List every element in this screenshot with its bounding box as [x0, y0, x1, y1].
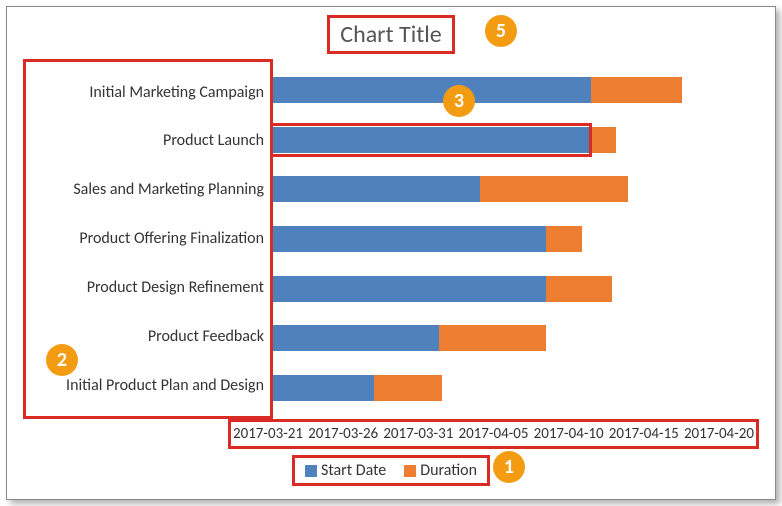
x-tick: 2017-04-10	[534, 425, 604, 443]
bar-duration	[480, 176, 628, 202]
swatch-start	[305, 465, 317, 477]
chart-title: Chart Title	[327, 15, 454, 54]
bar-start	[273, 276, 546, 302]
bar-start	[273, 325, 439, 351]
bar-row	[273, 325, 759, 351]
bar-duration	[591, 77, 682, 103]
y-label: Product Design Refinement	[32, 279, 264, 297]
bar-start	[273, 375, 374, 401]
bar-row	[273, 176, 759, 202]
bar-start	[273, 77, 591, 103]
callout-2: 2	[46, 344, 78, 376]
bar-duration	[546, 226, 582, 252]
bar-start	[273, 226, 546, 252]
y-label: Product Feedback	[32, 328, 264, 346]
legend-zone: Start Date Duration 1	[23, 455, 759, 486]
bar-row	[273, 375, 759, 401]
callout-5: 5	[485, 15, 517, 47]
bar-start	[273, 127, 591, 153]
bar-row	[273, 77, 759, 103]
legend: Start Date Duration	[292, 455, 490, 486]
bar-duration	[546, 276, 612, 302]
x-tick: 2017-04-15	[609, 425, 679, 443]
chart-container: Chart Title 5 Initial Marketing Campaign…	[6, 6, 776, 500]
bar-row: 3	[273, 127, 759, 153]
x-tick: 2017-04-20	[684, 425, 754, 443]
x-tick: 2017-04-05	[458, 425, 528, 443]
bars-area: 3	[273, 59, 759, 419]
bar-duration	[591, 127, 616, 153]
callout-3: 3	[443, 85, 475, 117]
y-axis-labels: Initial Marketing Campaign Product Launc…	[23, 59, 273, 419]
y-label: Product Offering Finalization	[32, 230, 264, 248]
bar-duration	[374, 375, 442, 401]
y-label: Initial Marketing Campaign	[32, 84, 264, 102]
y-label: Product Launch	[32, 132, 264, 150]
bar-row	[273, 276, 759, 302]
x-tick: 2017-03-21	[233, 425, 303, 443]
callout-1: 1	[493, 451, 525, 483]
y-label: Initial Product Plan and Design	[32, 377, 264, 395]
x-tick: 2017-03-31	[383, 425, 453, 443]
x-axis: 2017-03-21 2017-03-26 2017-03-31 2017-04…	[228, 419, 759, 449]
legend-label: Start Date	[321, 461, 386, 480]
legend-item: Duration	[404, 461, 477, 480]
y-label: Sales and Marketing Planning	[32, 181, 264, 199]
legend-item: Start Date	[305, 461, 386, 480]
title-zone: Chart Title 5	[23, 15, 759, 59]
bar-duration	[439, 325, 546, 351]
bar-row	[273, 226, 759, 252]
legend-label: Duration	[420, 461, 477, 480]
bar-start	[273, 176, 480, 202]
plot-zone: Initial Marketing Campaign Product Launc…	[23, 59, 759, 419]
swatch-duration	[404, 465, 416, 477]
x-tick: 2017-03-26	[308, 425, 378, 443]
